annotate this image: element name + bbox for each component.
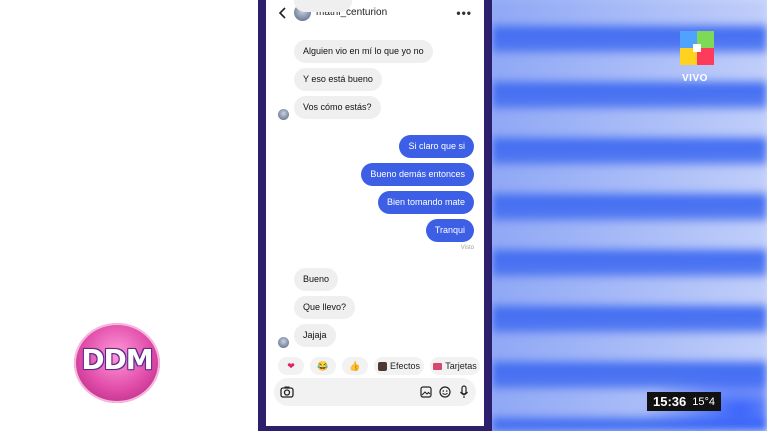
gallery-icon[interactable] <box>420 386 432 398</box>
contact-avatar-small <box>278 337 289 348</box>
laugh-reaction-button[interactable]: 😂 <box>310 357 336 375</box>
laughing-face-icon: 😂 <box>317 360 329 371</box>
incoming-message[interactable]: Y eso está bueno <box>294 68 382 91</box>
back-arrow-icon[interactable] <box>278 7 288 19</box>
effects-button[interactable]: Efectos <box>374 357 424 375</box>
incoming-message[interactable]: Vos cómo estás? <box>294 96 381 119</box>
microphone-icon[interactable] <box>459 385 469 399</box>
chat-screen: mathi_centurion ••• Alguien vio en mí lo… <box>266 0 484 426</box>
camera-icon[interactable] <box>278 383 296 401</box>
heart-reaction-button[interactable]: ❤ <box>278 357 304 375</box>
outgoing-message[interactable]: Bien tomando mate <box>377 191 474 214</box>
seen-status: Visto <box>460 245 474 251</box>
outgoing-message[interactable]: Si claro que si <box>399 135 474 158</box>
effects-label: Efectos <box>389 361 420 371</box>
outgoing-message[interactable]: Tranqui <box>425 219 474 242</box>
live-label: VIVO <box>682 73 708 84</box>
message-bubble-partial <box>294 0 352 12</box>
outgoing-message[interactable]: Bueno demás entonces <box>361 163 474 186</box>
cards-label: Tarjetas <box>445 361 477 371</box>
temperature: 15°4 <box>692 395 716 408</box>
incoming-message[interactable]: Jajaja <box>294 324 336 347</box>
thumbs-up-icon: 👍 <box>349 360 361 371</box>
more-options-icon[interactable]: ••• <box>456 6 472 20</box>
thumbs-up-reaction-button[interactable]: 👍 <box>342 357 368 375</box>
contact-avatar-small <box>278 109 289 120</box>
incoming-message[interactable]: Bueno <box>294 268 339 291</box>
sticker-icon[interactable] <box>439 386 451 398</box>
heart-icon: ❤ <box>287 360 295 371</box>
channel-logo-icon <box>680 31 714 65</box>
message-composer[interactable] <box>274 378 476 406</box>
cards-icon <box>433 362 443 370</box>
background-tint <box>492 0 767 431</box>
clock-time: 15:36 <box>653 394 687 409</box>
cards-button[interactable]: Tarjetas <box>430 357 480 375</box>
effects-icon <box>377 361 387 371</box>
incoming-message[interactable]: Que llevo? <box>294 296 356 319</box>
clock-weather-badge: 15:36 15°4 <box>647 392 722 411</box>
show-logo-text: DDM <box>81 343 153 376</box>
incoming-message[interactable]: Alguien vio en mí lo que yo no <box>294 40 433 63</box>
